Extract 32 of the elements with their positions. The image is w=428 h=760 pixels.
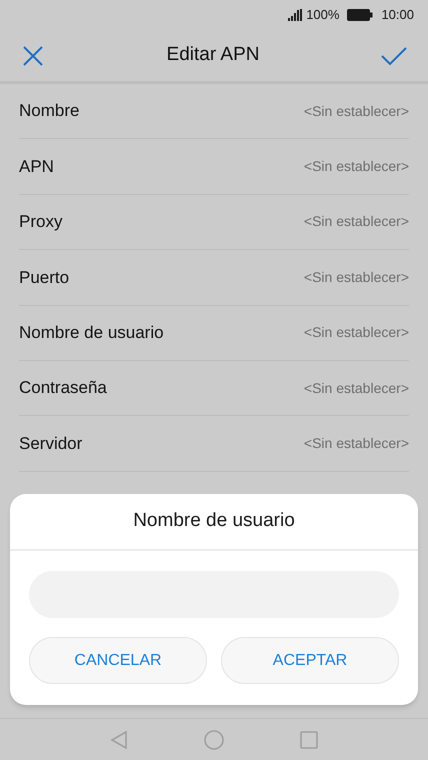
clock: 10:00 [381, 6, 414, 24]
recents-icon[interactable] [300, 730, 318, 748]
setting-value: <Sin establecer> [304, 378, 409, 398]
battery-percent: 100% [306, 6, 340, 24]
setting-label: Nombre [19, 100, 80, 122]
dialog-button[interactable]: ACEPTAR [221, 637, 399, 684]
setting-value: <Sin establecer> [304, 434, 409, 454]
screen-title: Editar APN [166, 43, 260, 68]
dialog-title: Nombre de usuario [133, 509, 295, 534]
home-icon[interactable] [204, 730, 224, 750]
signal-icon [288, 9, 302, 21]
setting-value: <Sin establecer> [304, 157, 409, 176]
setting-value: <Sin establecer> [304, 323, 409, 342]
setting-row[interactable]: Nombre <Sin establecer> [19, 84, 409, 140]
setting-row[interactable]: Proxy <Sin establecer> [19, 194, 409, 250]
setting-label: Proxy [19, 211, 62, 234]
dialog-button[interactable]: CANCELAR [29, 637, 207, 684]
setting-label: Contraseña [19, 377, 107, 400]
setting-row[interactable]: Puerto <Sin establecer> [19, 250, 409, 306]
setting-value: <Sin establecer> [304, 102, 409, 121]
setting-label: APN [19, 156, 54, 178]
back-icon[interactable] [110, 730, 128, 750]
battery-icon [347, 9, 374, 21]
setting-label: Nombre de usuario [19, 322, 164, 344]
setting-row[interactable]: Contraseña <Sin establecer> [19, 360, 409, 416]
setting-row[interactable]: APN <Sin establecer> [19, 139, 409, 195]
setting-row[interactable]: Nombre de usuario <Sin establecer> [19, 306, 409, 361]
setting-value: <Sin establecer> [304, 212, 409, 232]
setting-row[interactable]: Servidor <Sin establecer> [19, 416, 409, 472]
setting-label: Puerto [19, 266, 70, 289]
setting-label: Servidor [19, 432, 82, 455]
setting-value: <Sin establecer> [304, 268, 409, 287]
